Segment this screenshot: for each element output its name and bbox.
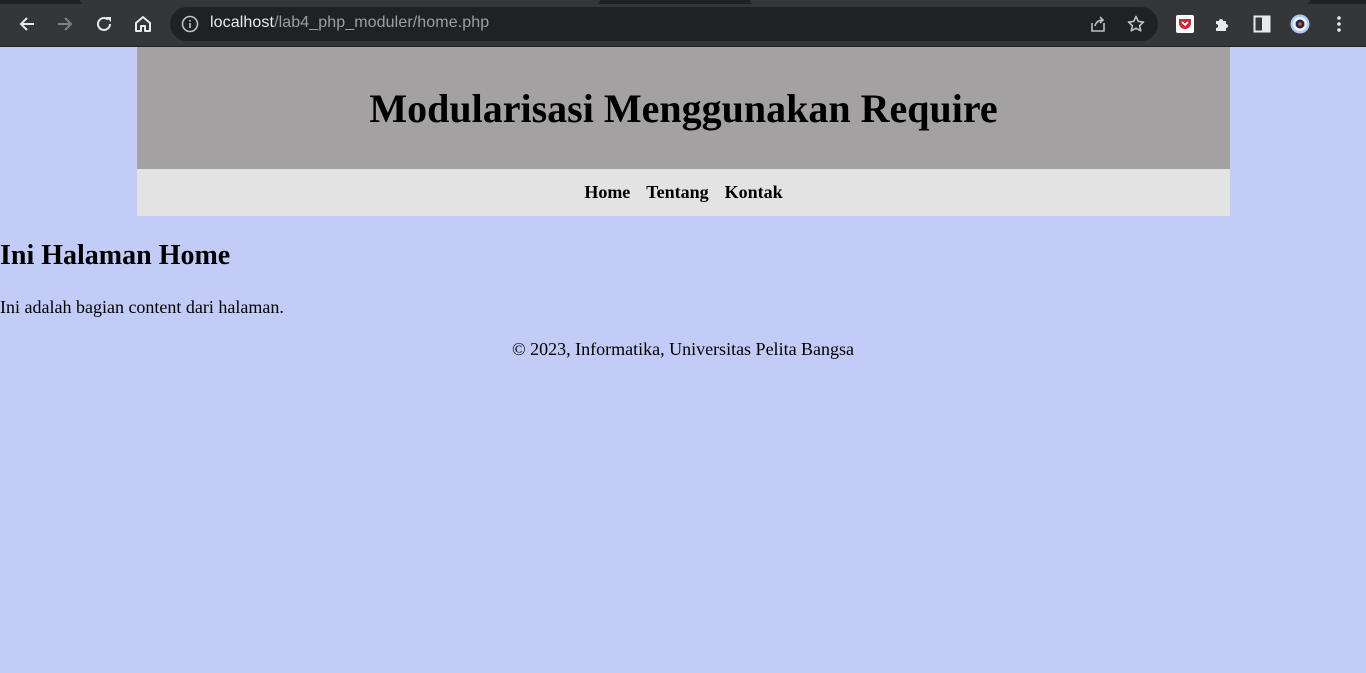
pocket-button[interactable] bbox=[1170, 9, 1200, 39]
home-icon bbox=[135, 16, 151, 32]
main-nav: Home Tentang Kontak bbox=[137, 169, 1230, 216]
active-tab[interactable] bbox=[80, 0, 600, 4]
reload-button[interactable] bbox=[89, 9, 119, 39]
content-paragraph: Ini adalah bagian content dari halaman. bbox=[0, 297, 284, 317]
back-arrow-icon bbox=[19, 17, 34, 31]
home-button[interactable] bbox=[128, 9, 158, 39]
star-icon[interactable] bbox=[1126, 14, 1146, 34]
url-text[interactable]: localhost/lab4_php_moduler/home.php bbox=[210, 14, 489, 32]
back-button[interactable] bbox=[12, 9, 42, 39]
reload-icon bbox=[97, 16, 111, 31]
pocket-icon bbox=[1176, 15, 1194, 33]
nav-link-tentang[interactable]: Tentang bbox=[646, 182, 708, 203]
url-path: /lab4_php_moduler/home.php bbox=[274, 14, 490, 31]
nav-link-kontak[interactable]: Kontak bbox=[725, 182, 783, 203]
menu-button[interactable] bbox=[1324, 9, 1354, 39]
tab-strip bbox=[0, 0, 1366, 4]
nav-link-home[interactable]: Home bbox=[584, 182, 630, 203]
page-header: Modularisasi Menggunakan Require bbox=[137, 47, 1230, 169]
address-bar[interactable]: localhost/lab4_php_moduler/home.php bbox=[170, 7, 1158, 41]
profile-avatar bbox=[1290, 14, 1310, 34]
extensions-button[interactable] bbox=[1208, 9, 1238, 39]
side-panel-icon bbox=[1253, 15, 1271, 33]
page-title: Modularisasi Menggunakan Require bbox=[369, 85, 998, 131]
kebab-menu-icon bbox=[1337, 16, 1341, 32]
side-panel-button[interactable] bbox=[1247, 9, 1277, 39]
url-host: localhost bbox=[210, 14, 275, 31]
share-icon[interactable] bbox=[1088, 14, 1108, 34]
info-icon[interactable] bbox=[180, 14, 200, 34]
forward-arrow-icon bbox=[58, 17, 73, 31]
content-heading: Ini Halaman Home bbox=[0, 240, 231, 271]
tab[interactable] bbox=[750, 0, 1310, 4]
browser-toolbar: localhost/lab4_php_moduler/home.php bbox=[0, 0, 1366, 47]
profile-button[interactable] bbox=[1285, 9, 1315, 39]
page-footer: © 2023, Informatika, Universitas Pelita … bbox=[511, 339, 855, 359]
forward-button[interactable] bbox=[50, 9, 80, 39]
extensions-icon bbox=[1216, 19, 1228, 31]
